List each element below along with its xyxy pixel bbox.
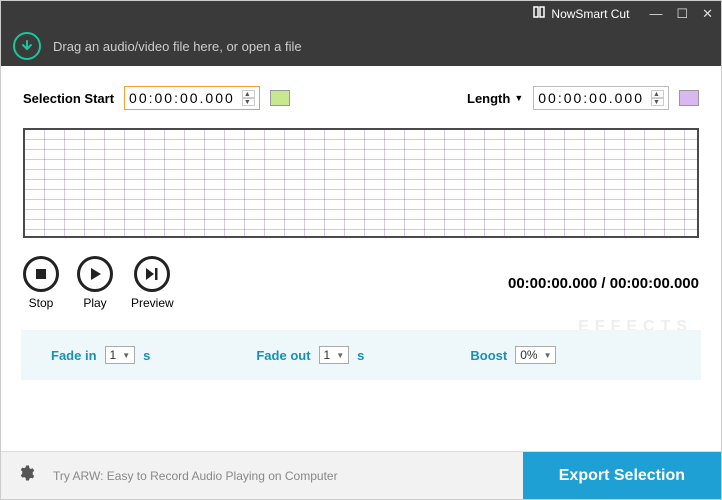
spinner-down-icon[interactable]: ▼	[652, 98, 664, 106]
selection-start-value: 00:00:00.000	[129, 90, 235, 106]
window-controls: — ☐ ✕	[649, 6, 713, 22]
dropzone-text: Drag an audio/video file here, or open a…	[53, 39, 302, 54]
fade-in-select[interactable]: 1 ▼	[105, 346, 136, 364]
effects-panel: Fade in 1 ▼ s Fade out 1 ▼ s Boost 0% ▼	[21, 330, 701, 380]
dropzone[interactable]: Drag an audio/video file here, or open a…	[1, 26, 721, 66]
stop-label: Stop	[29, 296, 54, 310]
play-icon	[88, 267, 102, 281]
fade-in-label: Fade in	[51, 348, 97, 363]
play-control: Play	[77, 256, 113, 310]
titlebar: NowSmart Cut — ☐ ✕	[1, 1, 721, 26]
play-label: Play	[83, 296, 106, 310]
chevron-down-icon: ▼	[514, 93, 523, 103]
app-logo-icon	[533, 6, 545, 21]
length-color-chip[interactable]	[679, 90, 699, 106]
footer: Try ARW: Easy to Record Audio Playing on…	[1, 451, 721, 499]
total-time: 00:00:00.000	[610, 275, 699, 292]
stop-button[interactable]	[23, 256, 59, 292]
footer-tip: Try ARW: Easy to Record Audio Playing on…	[53, 469, 338, 483]
content-area: Selection Start 00:00:00.000 ▲ ▼ Length …	[1, 66, 721, 451]
length-value: 00:00:00.000	[538, 90, 644, 106]
time-row: Selection Start 00:00:00.000 ▲ ▼ Length …	[23, 86, 699, 110]
app-window: NowSmart Cut — ☐ ✕ Drag an audio/video f…	[0, 0, 722, 500]
length-label-group[interactable]: Length ▼	[467, 91, 523, 106]
boost-select[interactable]: 0% ▼	[515, 346, 556, 364]
spinner-up-icon[interactable]: ▲	[243, 90, 255, 98]
spinner-down-icon[interactable]: ▼	[243, 98, 255, 106]
play-button[interactable]	[77, 256, 113, 292]
fade-out-value: 1	[324, 348, 331, 362]
close-button[interactable]: ✕	[702, 6, 713, 22]
selection-start-spinner[interactable]: ▲ ▼	[242, 90, 255, 106]
start-color-chip[interactable]	[270, 90, 290, 106]
minimize-button[interactable]: —	[649, 6, 662, 22]
fade-out-select[interactable]: 1 ▼	[319, 346, 350, 364]
boost-label: Boost	[470, 348, 507, 363]
length-spinner[interactable]: ▲ ▼	[651, 90, 664, 106]
preview-label: Preview	[131, 296, 174, 310]
download-icon	[13, 32, 41, 60]
fade-out-label: Fade out	[256, 348, 310, 363]
preview-control: Preview	[131, 256, 174, 310]
length-input[interactable]: 00:00:00.000 ▲ ▼	[533, 86, 669, 110]
fade-in-value: 1	[110, 348, 117, 362]
gear-icon	[17, 464, 35, 482]
timecode-display: 00:00:00.000 / 00:00:00.000	[508, 275, 699, 292]
export-label: Export Selection	[559, 467, 685, 485]
selection-start-label: Selection Start	[23, 91, 114, 106]
chevron-down-icon: ▼	[544, 351, 552, 360]
waveform-display[interactable]	[23, 128, 699, 238]
transport-row: Stop Play Preview 00:00:00.000 / 00:00:0…	[23, 256, 699, 310]
current-time: 00:00:00.000	[508, 275, 597, 292]
fade-in-unit: s	[143, 348, 150, 363]
export-button[interactable]: Export Selection	[523, 452, 721, 499]
app-title: NowSmart Cut	[551, 7, 629, 21]
length-label: Length	[467, 91, 510, 106]
preview-button[interactable]	[134, 256, 170, 292]
chevron-down-icon: ▼	[336, 351, 344, 360]
title-area: NowSmart Cut	[533, 6, 629, 21]
spinner-up-icon[interactable]: ▲	[652, 90, 664, 98]
stop-control: Stop	[23, 256, 59, 310]
settings-button[interactable]	[17, 464, 35, 487]
fade-out-unit: s	[357, 348, 364, 363]
boost-value: 0%	[520, 348, 537, 362]
maximize-button[interactable]: ☐	[676, 6, 688, 22]
stop-icon	[35, 268, 47, 280]
chevron-down-icon: ▼	[122, 351, 130, 360]
preview-icon	[144, 267, 160, 281]
selection-start-input[interactable]: 00:00:00.000 ▲ ▼	[124, 86, 260, 110]
